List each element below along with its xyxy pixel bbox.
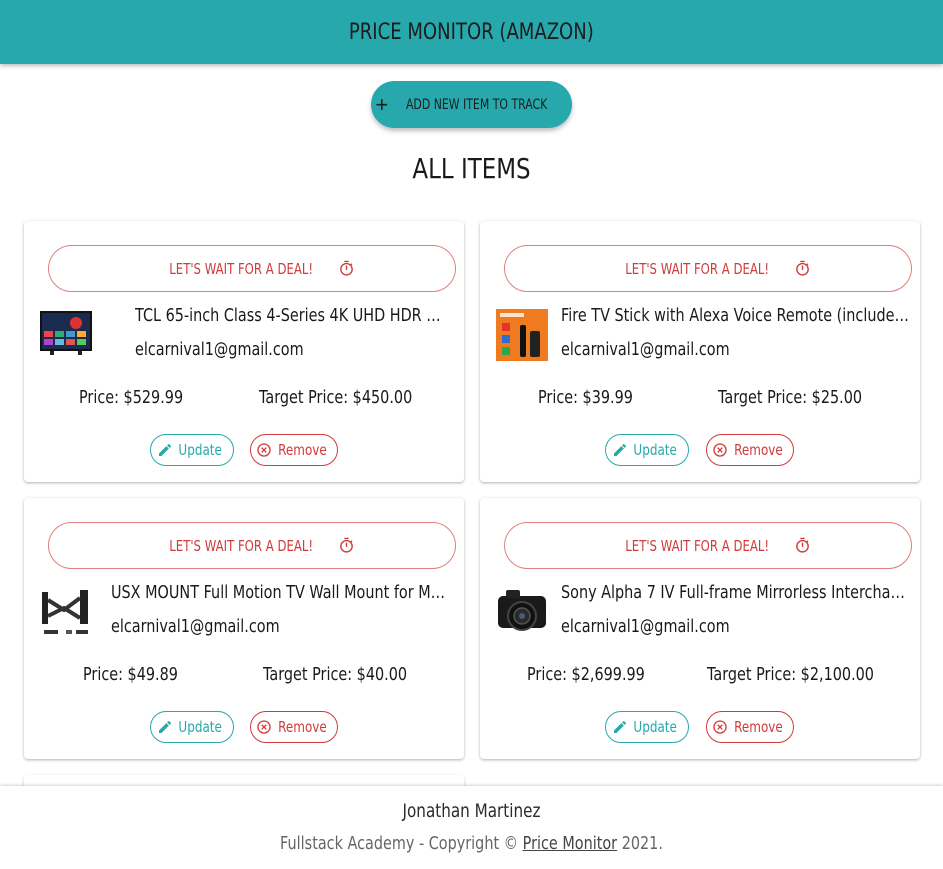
deal-status-badge: LET'S WAIT FOR A DEAL!: [48, 522, 456, 569]
app-bar: PRICE MONITOR (AMAZON): [0, 0, 943, 64]
camera-icon: [498, 590, 546, 631]
footer: Jonathan Martinez Fullstack Academy - Co…: [0, 786, 943, 869]
deal-status-badge: LET'S WAIT FOR A DEAL!: [48, 245, 456, 292]
footer-price-monitor-link[interactable]: Price Monitor: [523, 833, 617, 854]
pencil-icon: [613, 443, 626, 456]
update-button[interactable]: Update: [605, 434, 689, 466]
deal-status-text: LET'S WAIT FOR A DEAL!: [169, 259, 314, 278]
add-new-item-label: ADD NEW ITEM TO TRACK: [406, 96, 548, 113]
app-title: PRICE MONITOR (AMAZON): [349, 19, 594, 45]
deal-status-text: LET'S WAIT FOR A DEAL!: [625, 259, 770, 278]
deal-status-text: LET'S WAIT FOR A DEAL!: [169, 536, 314, 555]
item-price: Price: $529.99: [79, 387, 184, 408]
footer-author: Jonathan Martinez: [402, 800, 541, 822]
remove-button[interactable]: Remove: [250, 711, 338, 743]
item-email: elcarnival1@gmail.com: [561, 339, 730, 360]
update-label: Update: [178, 441, 222, 459]
remove-label: Remove: [733, 718, 783, 736]
item-card: LET'S WAIT FOR A DEAL! Fire TV Stick wit…: [480, 221, 920, 482]
remove-label: Remove: [277, 441, 327, 459]
pencil-icon: [158, 720, 171, 733]
wall-mount-icon: [42, 590, 88, 634]
item-name: Fire TV Stick with Alexa Voice Remote (i…: [561, 305, 911, 326]
item-email: elcarnival1@gmail.com: [135, 339, 304, 360]
remove-label: Remove: [733, 441, 783, 459]
item-price: Price: $49.89: [83, 664, 178, 685]
item-card: LET'S WAIT FOR A DEAL! TCL 65-inch Class…: [24, 221, 464, 482]
update-button[interactable]: Update: [605, 711, 689, 743]
update-label: Update: [178, 718, 222, 736]
timer-icon: [795, 260, 809, 276]
item-target-price: Target Price: $450.00: [259, 387, 413, 408]
item-card: LET'S WAIT FOR A DEAL! Sony Alpha 7 IV F…: [480, 498, 920, 759]
update-button[interactable]: Update: [150, 711, 234, 743]
cancel-icon: [256, 720, 271, 734]
update-button[interactable]: Update: [150, 434, 234, 466]
remove-label: Remove: [277, 718, 327, 736]
item-name: TCL 65-inch Class 4-Series 4K UHD HDR Sm…: [135, 305, 445, 326]
remove-button[interactable]: Remove: [706, 434, 794, 466]
remove-button[interactable]: Remove: [250, 434, 338, 466]
item-target-price: Target Price: $25.00: [718, 387, 863, 408]
update-label: Update: [633, 441, 677, 459]
item-target-price: Target Price: $2,100.00: [707, 664, 874, 685]
item-email: elcarnival1@gmail.com: [561, 616, 730, 637]
pencil-icon: [158, 443, 171, 456]
deal-status-badge: LET'S WAIT FOR A DEAL!: [504, 245, 912, 292]
item-name: USX MOUNT Full Motion TV Wall Mount for …: [111, 582, 450, 603]
item-email: elcarnival1@gmail.com: [111, 616, 280, 637]
plus-icon: +: [375, 91, 389, 117]
timer-icon: [339, 537, 353, 553]
item-target-price: Target Price: $40.00: [263, 664, 408, 685]
item-card: LET'S WAIT FOR A DEAL! USX MOUNT Full Mo…: [24, 498, 464, 759]
cancel-icon: [256, 443, 271, 457]
cancel-icon: [712, 443, 727, 457]
item-name: Sony Alpha 7 IV Full-frame Mirrorless In…: [561, 582, 911, 603]
cancel-icon: [712, 720, 727, 734]
footer-year: 2021.: [621, 833, 663, 854]
tv-icon: [40, 311, 92, 355]
fire-tv-stick-icon: [496, 309, 548, 361]
footer-copy-prefix: Fullstack Academy - Copyright ©: [280, 833, 519, 854]
deal-status-text: LET'S WAIT FOR A DEAL!: [625, 536, 770, 555]
footer-copyright: Fullstack Academy - Copyright © Price Mo…: [94, 833, 848, 854]
item-price: Price: $39.99: [538, 387, 633, 408]
timer-icon: [795, 537, 809, 553]
update-label: Update: [633, 718, 677, 736]
deal-status-badge: LET'S WAIT FOR A DEAL!: [504, 522, 912, 569]
remove-button[interactable]: Remove: [706, 711, 794, 743]
timer-icon: [339, 260, 353, 276]
pencil-icon: [613, 720, 626, 733]
section-title: ALL ITEMS: [412, 152, 531, 185]
item-price: Price: $2,699.99: [527, 664, 645, 685]
add-new-item-button[interactable]: + ADD NEW ITEM TO TRACK: [371, 81, 572, 128]
